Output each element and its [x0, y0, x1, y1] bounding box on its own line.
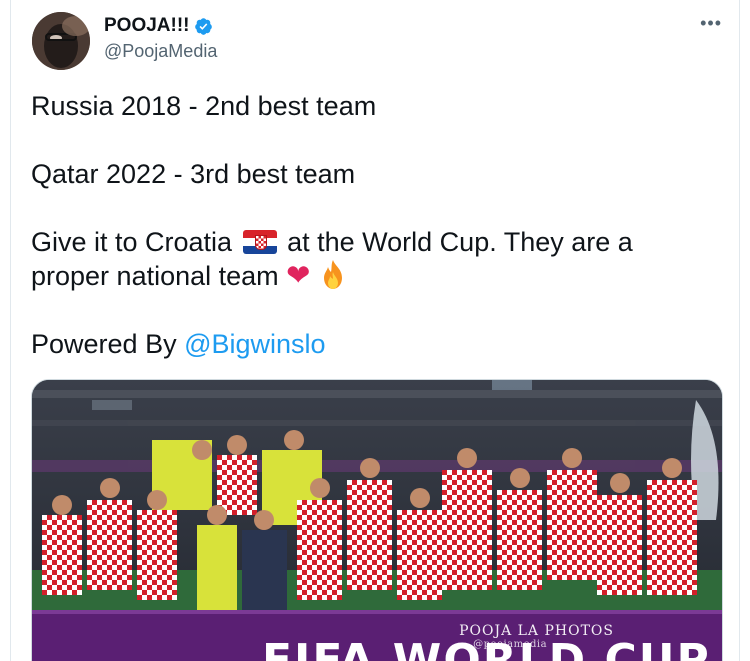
- tweet-line: Give it to Croatia at the World Cup. The…: [31, 225, 721, 259]
- powered-by-label: Powered By: [31, 329, 177, 359]
- photo-watermark: POOJA LA PHOTOS @poojamedia: [459, 623, 614, 650]
- tweet-text: Russia 2018 - 2nd best team Qatar 2022 -…: [31, 89, 721, 361]
- tweet-card: POOJA!!! @PoojaMedia ••• Russia 2018 - 2…: [10, 0, 740, 661]
- author-handle[interactable]: @PoojaMedia: [104, 41, 217, 62]
- croatia-flag-icon: [242, 230, 277, 254]
- mention-link[interactable]: @Bigwinslo: [184, 329, 325, 359]
- red-heart-icon: ❤: [286, 260, 311, 292]
- avatar[interactable]: [32, 12, 90, 70]
- tweet-line-segment: Give it to Croatia: [31, 227, 233, 257]
- more-options-icon[interactable]: •••: [700, 13, 722, 34]
- tweet-line: Russia 2018 - 2nd best team: [31, 91, 377, 121]
- display-name[interactable]: POOJA!!!: [104, 15, 190, 37]
- fire-icon: [318, 259, 348, 291]
- tweet-line: Powered By @Bigwinslo: [31, 327, 721, 361]
- avatar-image: [32, 12, 90, 70]
- watermark-handle: @poojamedia: [473, 639, 548, 650]
- tweet-line: Qatar 2022 - 3rd best team: [31, 159, 356, 189]
- tweet-line-segment: proper national team: [31, 261, 279, 291]
- tweet-photo[interactable]: FIFA WORLD CUP POOJA LA PHOTOS @poojamed…: [31, 379, 723, 661]
- author-row: POOJA!!!: [104, 15, 213, 37]
- verified-badge-icon: [194, 17, 213, 36]
- watermark-title: POOJA LA PHOTOS: [459, 623, 614, 639]
- team-celebration-photo: [32, 380, 722, 661]
- tweet-line-segment: at the World Cup. They are a: [287, 227, 633, 257]
- tweet-line: proper national team ❤: [31, 259, 721, 293]
